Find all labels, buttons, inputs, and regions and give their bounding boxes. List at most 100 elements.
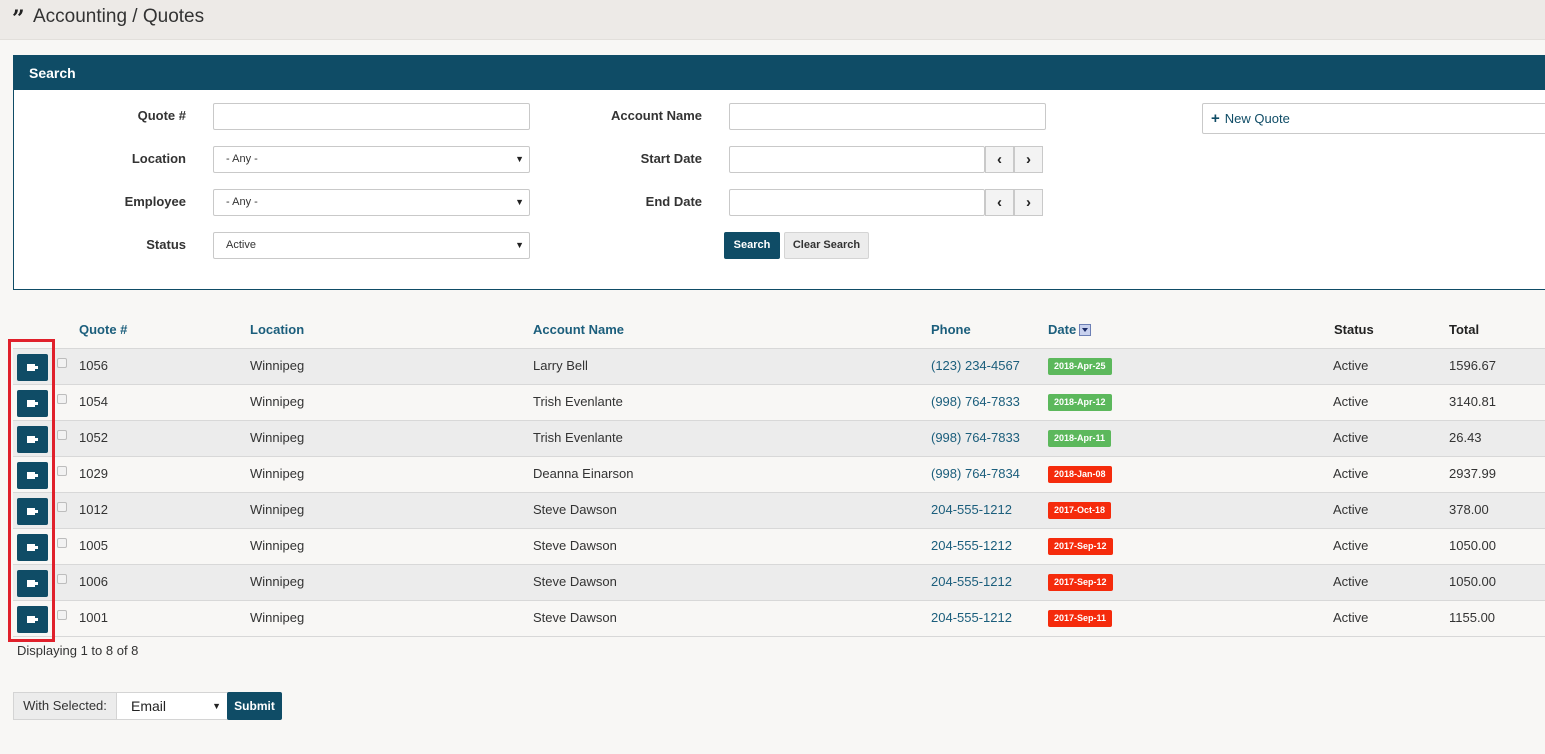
column-header-status: Status <box>1334 322 1374 337</box>
quote-number-input[interactable] <box>213 103 530 130</box>
column-header-account[interactable]: Account Name <box>533 322 624 338</box>
location-select-value: - Any - <box>226 153 258 165</box>
search-button[interactable]: Search <box>724 232 780 259</box>
date-badge: 2018-Apr-25 <box>1048 358 1112 375</box>
column-header-total: Total <box>1449 322 1480 337</box>
account-name-cell: Steve Dawson <box>533 502 617 517</box>
new-quote-label: New Quote <box>1224 111 1290 126</box>
clear-search-button[interactable]: Clear Search <box>784 232 869 259</box>
chevron-down-icon: ▼ <box>515 197 524 207</box>
row-checkbox[interactable] <box>57 466 67 476</box>
status-select[interactable]: Active ▼ <box>213 232 530 259</box>
status-cell: Active <box>1333 466 1369 481</box>
edit-column-highlight <box>8 339 55 642</box>
quote-icon: ” <box>12 6 25 32</box>
row-checkbox[interactable] <box>57 502 67 512</box>
new-quote-button[interactable]: + New Quote <box>1202 103 1545 134</box>
location-cell: Winnipeg <box>250 394 305 409</box>
phone-cell[interactable]: (998) 764-7834 <box>931 466 1020 482</box>
search-panel-title: Search <box>14 56 1545 90</box>
account-name-cell: Trish Evenlante <box>533 430 623 445</box>
quote-number-label: Quote # <box>137 108 186 123</box>
column-header-location[interactable]: Location <box>250 322 304 338</box>
quote-number-cell: 1056 <box>79 358 108 373</box>
total-cell: 26.43 <box>1449 430 1482 445</box>
row-checkbox[interactable] <box>57 358 67 368</box>
location-cell: Winnipeg <box>250 430 305 445</box>
phone-cell[interactable]: (998) 764-7833 <box>931 394 1020 410</box>
chevron-right-icon: › <box>1026 194 1031 211</box>
chevron-left-icon: ‹ <box>997 151 1002 168</box>
table-bottom-divider <box>13 636 1545 637</box>
location-cell: Winnipeg <box>250 574 305 589</box>
location-cell: Winnipeg <box>250 538 305 553</box>
table-row: 1054 Winnipeg Trish Evenlante (998) 764-783… <box>13 384 1545 420</box>
pagination-summary: Displaying 1 to 8 of 8 <box>17 643 139 658</box>
status-cell: Active <box>1333 538 1369 553</box>
employee-label: Employee <box>124 194 186 209</box>
row-checkbox[interactable] <box>57 610 67 620</box>
account-name-cell: Trish Evenlante <box>533 394 623 409</box>
row-checkbox[interactable] <box>57 394 67 404</box>
date-badge: 2017-Sep-12 <box>1048 538 1113 555</box>
column-header-date[interactable]: Date <box>1048 322 1092 338</box>
table-row: 1001 Winnipeg Steve Dawson 204-555-1212 Acti… <box>13 600 1545 636</box>
bulk-action-value: Email <box>131 698 167 714</box>
date-badge: 2017-Sep-12 <box>1048 574 1113 591</box>
column-header-quote[interactable]: Quote # <box>79 322 127 338</box>
quote-number-cell: 1052 <box>79 430 108 445</box>
phone-cell[interactable]: 204-555-1212 <box>931 538 1012 554</box>
chevron-down-icon: ▼ <box>515 154 524 164</box>
quote-number-cell: 1054 <box>79 394 108 409</box>
date-badge: 2018-Apr-12 <box>1048 394 1112 411</box>
account-name-cell: Steve Dawson <box>533 538 617 553</box>
quote-number-cell: 1012 <box>79 502 108 517</box>
end-date-prev-button[interactable]: ‹ <box>985 189 1014 216</box>
quote-number-cell: 1001 <box>79 610 108 625</box>
employee-select-value: - Any - <box>226 196 258 208</box>
employee-select[interactable]: - Any - ▼ <box>213 189 530 216</box>
quote-number-cell: 1029 <box>79 466 108 481</box>
start-date-input[interactable] <box>729 146 985 173</box>
status-select-value: Active <box>226 239 256 251</box>
date-badge: 2017-Oct-18 <box>1048 502 1112 519</box>
column-header-date-label: Date <box>1048 322 1077 337</box>
phone-cell[interactable]: 204-555-1212 <box>931 610 1012 626</box>
phone-cell[interactable]: (998) 764-7833 <box>931 430 1020 446</box>
location-cell: Winnipeg <box>250 610 305 625</box>
search-panel: Search Quote # Location - Any - ▼ Employ… <box>13 55 1545 290</box>
row-checkbox[interactable] <box>57 574 67 584</box>
submit-button[interactable]: Submit <box>227 692 282 720</box>
total-cell: 1050.00 <box>1449 574 1496 589</box>
quote-number-cell: 1006 <box>79 574 108 589</box>
table-row: 1052 Winnipeg Trish Evenlante (998) 764-783… <box>13 420 1545 456</box>
phone-cell[interactable]: 204-555-1212 <box>931 574 1012 590</box>
account-name-input[interactable] <box>729 103 1046 130</box>
account-name-cell: Steve Dawson <box>533 574 617 589</box>
total-cell: 1155.00 <box>1449 610 1496 625</box>
bulk-action-select[interactable]: Email ▼ <box>116 692 228 720</box>
start-date-next-button[interactable]: › <box>1014 146 1043 173</box>
status-cell: Active <box>1333 574 1369 589</box>
location-label: Location <box>131 151 186 166</box>
breadcrumb: Accounting / Quotes <box>33 6 205 27</box>
account-name-cell: Steve Dawson <box>533 610 617 625</box>
plus-icon: + <box>1211 110 1220 127</box>
row-checkbox[interactable] <box>57 430 67 440</box>
location-cell: Winnipeg <box>250 358 305 373</box>
end-date-input[interactable] <box>729 189 985 216</box>
table-row: 1029 Winnipeg Deanna Einarson (998) 764-783… <box>13 456 1545 492</box>
end-date-next-button[interactable]: › <box>1014 189 1043 216</box>
start-date-label: Start Date <box>640 151 702 166</box>
table-row: 1005 Winnipeg Steve Dawson 204-555-1212 Acti… <box>13 528 1545 564</box>
date-badge: 2017-Sep-11 <box>1048 610 1113 627</box>
phone-cell[interactable]: 204-555-1212 <box>931 502 1012 518</box>
account-name-cell: Larry Bell <box>533 358 588 373</box>
location-select[interactable]: - Any - ▼ <box>213 146 530 173</box>
sort-desc-icon[interactable] <box>1079 324 1092 336</box>
quote-number-cell: 1005 <box>79 538 108 553</box>
row-checkbox[interactable] <box>57 538 67 548</box>
phone-cell[interactable]: (123) 234-4567 <box>931 358 1020 374</box>
start-date-prev-button[interactable]: ‹ <box>985 146 1014 173</box>
column-header-phone[interactable]: Phone <box>931 322 971 338</box>
